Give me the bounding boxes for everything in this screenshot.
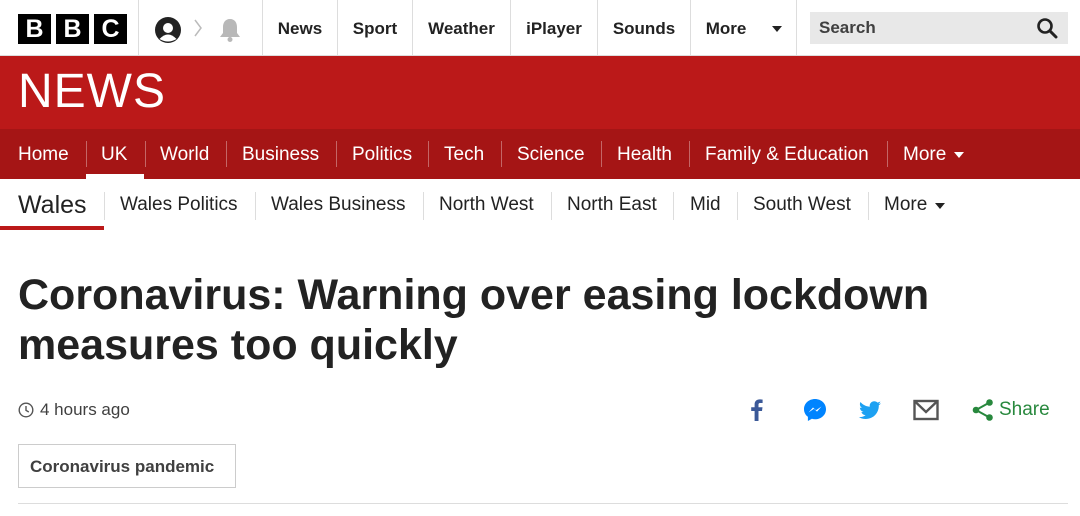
news-header: NEWS bbox=[0, 56, 1080, 129]
search-icon[interactable] bbox=[1036, 17, 1058, 39]
topic-tag[interactable]: Coronavirus pandemic bbox=[18, 444, 236, 488]
section-underline bbox=[0, 226, 104, 230]
share-icon[interactable] bbox=[970, 397, 996, 423]
subnav-item-north-east[interactable]: North East bbox=[567, 194, 657, 216]
divider bbox=[336, 141, 337, 167]
news-logo[interactable]: NEWS bbox=[18, 64, 166, 119]
subnav-item-wales-politics[interactable]: Wales Politics bbox=[120, 194, 238, 216]
nav-item-uk[interactable]: UK bbox=[101, 129, 127, 179]
account-icon[interactable] bbox=[154, 16, 182, 44]
top-link-news[interactable]: News bbox=[263, 0, 337, 56]
subnav-item-mid[interactable]: Mid bbox=[690, 194, 721, 216]
bell-icon[interactable] bbox=[218, 16, 242, 42]
subnav-item-south-west[interactable]: South West bbox=[753, 194, 851, 216]
facebook-icon[interactable] bbox=[744, 397, 770, 423]
top-link-iplayer[interactable]: iPlayer bbox=[511, 0, 597, 56]
nav-item-world[interactable]: World bbox=[160, 129, 209, 179]
bbc-logo-letter: C bbox=[94, 14, 127, 44]
bbc-logo[interactable]: B B C bbox=[18, 14, 127, 44]
secondary-nav: Wales Wales Politics Wales Business Nort… bbox=[0, 179, 1080, 233]
bbc-top-bar: B B C News Sport Weather iPlayer Sounds … bbox=[0, 0, 1080, 56]
chevron-right-icon bbox=[194, 19, 202, 37]
subnav-item-north-west[interactable]: North West bbox=[439, 194, 534, 216]
nav-item-home[interactable]: Home bbox=[18, 129, 69, 179]
nav-item-science[interactable]: Science bbox=[517, 129, 585, 179]
bbc-logo-letter: B bbox=[18, 14, 51, 44]
timestamp: 4 hours ago bbox=[40, 400, 130, 419]
section-title-wales[interactable]: Wales bbox=[18, 191, 87, 220]
messenger-icon[interactable] bbox=[802, 397, 828, 423]
search-box[interactable]: Search bbox=[810, 12, 1068, 44]
twitter-icon[interactable] bbox=[857, 397, 883, 423]
nav-item-more[interactable]: More bbox=[903, 129, 946, 179]
nav-item-tech[interactable]: Tech bbox=[444, 129, 484, 179]
caret-down-icon[interactable] bbox=[772, 26, 782, 32]
article-headline: Coronavirus: Warning over easing lockdow… bbox=[18, 270, 1068, 370]
divider bbox=[255, 192, 256, 220]
divider bbox=[226, 141, 227, 167]
divider bbox=[601, 141, 602, 167]
email-icon[interactable] bbox=[913, 397, 939, 423]
share-button[interactable]: Share bbox=[999, 399, 1050, 421]
search-placeholder[interactable]: Search bbox=[819, 12, 876, 44]
top-link-sounds[interactable]: Sounds bbox=[598, 0, 690, 56]
subnav-item-more[interactable]: More bbox=[884, 194, 927, 216]
caret-down-icon[interactable] bbox=[954, 152, 964, 158]
nav-item-politics[interactable]: Politics bbox=[352, 129, 412, 179]
clock-icon bbox=[18, 402, 34, 418]
nav-item-family-education[interactable]: Family & Education bbox=[705, 129, 869, 179]
topic-tag-label: Coronavirus pandemic bbox=[30, 457, 215, 476]
top-link-sport[interactable]: Sport bbox=[338, 0, 412, 56]
divider bbox=[796, 0, 797, 56]
divider bbox=[423, 192, 424, 220]
divider bbox=[868, 192, 869, 220]
divider bbox=[104, 192, 105, 220]
divider bbox=[551, 192, 552, 220]
divider bbox=[501, 141, 502, 167]
divider bbox=[689, 141, 690, 167]
subnav-item-wales-business[interactable]: Wales Business bbox=[271, 194, 405, 216]
divider bbox=[887, 141, 888, 167]
divider bbox=[428, 141, 429, 167]
divider bbox=[138, 0, 139, 56]
top-link-weather[interactable]: Weather bbox=[413, 0, 510, 56]
divider bbox=[86, 141, 87, 167]
bbc-logo-letter: B bbox=[56, 14, 89, 44]
headline-line-1: Coronavirus: Warning over easing lockdow… bbox=[18, 271, 930, 319]
headline-line-2: measures too quickly bbox=[18, 321, 458, 369]
divider bbox=[18, 503, 1068, 504]
divider bbox=[737, 192, 738, 220]
nav-item-business[interactable]: Business bbox=[242, 129, 319, 179]
divider bbox=[145, 141, 146, 167]
nav-item-health[interactable]: Health bbox=[617, 129, 672, 179]
caret-down-icon[interactable] bbox=[935, 203, 945, 209]
primary-nav: Home UK World Business Politics Tech Sci… bbox=[0, 129, 1080, 179]
top-link-more[interactable]: More bbox=[691, 0, 761, 56]
divider bbox=[673, 192, 674, 220]
